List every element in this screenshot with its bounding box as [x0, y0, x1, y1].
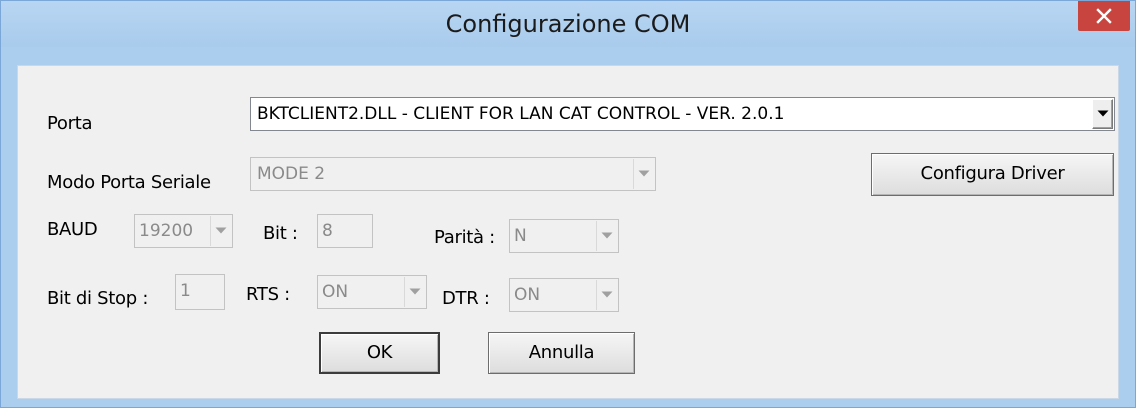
modo-porta-select[interactable]: MODE 2 [250, 157, 656, 191]
baud-dropdown-button[interactable] [210, 216, 231, 246]
parita-select[interactable]: N [509, 219, 619, 253]
parita-dropdown-button[interactable] [596, 221, 617, 251]
rts-select[interactable]: ON [317, 275, 427, 309]
cancel-button[interactable]: Annulla [488, 332, 635, 374]
baud-value: 19200 [139, 221, 194, 241]
ok-button[interactable]: OK [319, 332, 440, 374]
client-area: Porta BKTCLIENT2.DLL - CLIENT FOR LAN CA… [17, 65, 1119, 399]
chevron-down-icon [409, 288, 421, 295]
porta-select[interactable]: BKTCLIENT2.DLL - CLIENT FOR LAN CAT CONT… [250, 97, 1115, 131]
rts-value: ON [322, 282, 349, 302]
chevron-down-icon [1097, 110, 1108, 117]
dtr-label: DTR : [442, 288, 490, 309]
modo-porta-label: Modo Porta Seriale [47, 172, 211, 193]
modo-porta-dropdown-button[interactable] [633, 159, 654, 189]
chevron-down-icon [601, 291, 613, 298]
parita-label: Parità : [434, 227, 495, 248]
close-button[interactable] [1078, 1, 1130, 31]
window-title: Configurazione COM [445, 10, 691, 38]
bit-value: 8 [322, 221, 333, 241]
bit-stop-label: Bit di Stop : [47, 288, 149, 309]
bit-stop-input[interactable]: 1 [175, 274, 225, 310]
porta-dropdown-button[interactable] [1092, 99, 1113, 129]
configura-driver-button[interactable]: Configura Driver [871, 153, 1114, 196]
bit-label: Bit : [263, 223, 298, 244]
title-bar[interactable]: Configurazione COM [1, 1, 1135, 47]
chevron-down-icon [638, 170, 650, 177]
porta-label: Porta [47, 113, 93, 134]
dtr-dropdown-button[interactable] [596, 280, 617, 310]
bit-stop-value: 1 [180, 281, 191, 301]
parita-value: N [514, 226, 527, 246]
chevron-down-icon [215, 227, 227, 234]
dialog-window: Configurazione COM Porta BKTCLIENT2.DLL … [0, 0, 1136, 408]
dtr-select[interactable]: ON [509, 278, 619, 312]
bit-input[interactable]: 8 [317, 214, 373, 248]
dtr-value: ON [514, 285, 541, 305]
rts-label: RTS : [246, 284, 290, 305]
porta-value: BKTCLIENT2.DLL - CLIENT FOR LAN CAT CONT… [257, 104, 785, 124]
baud-label: BAUD [47, 219, 98, 240]
chevron-down-icon [601, 232, 613, 239]
close-icon [1096, 8, 1112, 24]
rts-dropdown-button[interactable] [404, 277, 425, 307]
baud-select[interactable]: 19200 [134, 214, 233, 248]
modo-porta-value: MODE 2 [257, 164, 326, 184]
